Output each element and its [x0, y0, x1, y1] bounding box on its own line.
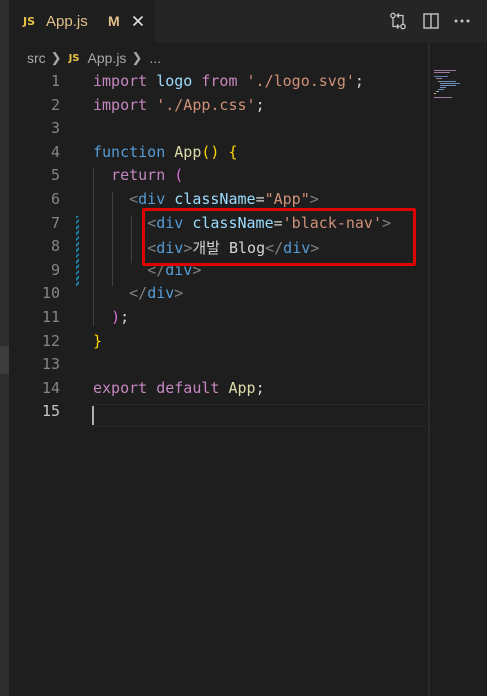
breadcrumb-file[interactable]: App.js — [88, 50, 127, 66]
line-number: 12 — [41, 331, 60, 350]
minimap-line — [438, 88, 444, 90]
code-token: ( — [174, 166, 184, 185]
line-number: 3 — [50, 119, 60, 138]
line-number: 4 — [50, 142, 60, 161]
code-line[interactable]: return ( — [93, 166, 183, 184]
more-actions-icon[interactable] — [452, 11, 472, 31]
code-token: ; — [255, 378, 265, 397]
code-line[interactable]: </div> — [93, 284, 183, 302]
line-number: 10 — [41, 284, 60, 303]
activity-edge-marker — [0, 346, 9, 374]
code-token: return — [111, 166, 175, 185]
line-number: 6 — [50, 190, 60, 208]
tab-app-js[interactable]: JS App.js M — [9, 0, 155, 42]
code-token: () — [201, 142, 229, 161]
javascript-file-icon: JS — [23, 15, 36, 28]
javascript-file-icon: JS — [68, 52, 80, 64]
code-token: className — [174, 190, 256, 208]
line-number: 15 — [41, 402, 60, 421]
minimap-line — [436, 78, 442, 80]
text-cursor — [92, 406, 94, 425]
close-icon[interactable] — [130, 13, 146, 29]
code-line[interactable]: import logo from './logo.svg'; — [93, 72, 364, 90]
minimap-line — [434, 72, 450, 74]
code-token: import — [93, 72, 157, 90]
minimap-line — [434, 70, 456, 71]
code-line[interactable]: ); — [93, 308, 129, 326]
line-number: 5 — [50, 166, 60, 185]
minimap-line — [440, 84, 456, 86]
code-line[interactable]: function App() { — [93, 143, 238, 161]
code-token: ; — [354, 72, 364, 90]
line-number: 11 — [41, 308, 60, 326]
line-number: 13 — [41, 355, 60, 374]
code-token: './logo.svg' — [246, 72, 355, 90]
git-compare-icon[interactable] — [388, 11, 408, 31]
code-token: ; — [120, 308, 130, 326]
line-number: 2 — [50, 95, 60, 114]
code-token: import — [93, 95, 157, 114]
code-token: { — [228, 142, 238, 161]
breadcrumb: src ❯ JS App.js ❯ ... — [27, 48, 161, 68]
code-token: function — [93, 142, 175, 161]
modified-badge: M — [108, 13, 120, 29]
current-line-highlight — [93, 404, 427, 427]
code-token: from — [201, 72, 247, 90]
activity-edge — [0, 0, 9, 696]
code-token: App — [228, 378, 256, 397]
code-token: > — [174, 284, 184, 303]
chevron-right-icon: ❯ — [50, 50, 62, 65]
code-token: > — [309, 190, 319, 208]
code-token: default — [156, 378, 229, 397]
minimap-line — [440, 82, 460, 84]
code-token: './App.css' — [156, 95, 256, 114]
code-token: export — [93, 378, 157, 397]
tab-filename: App.js — [46, 13, 88, 30]
line-number: 8 — [50, 237, 60, 256]
code-token: div — [147, 284, 175, 303]
code-token: logo — [156, 72, 202, 90]
code-token: div — [138, 190, 175, 208]
code-line[interactable]: <div className="App"> — [93, 190, 319, 208]
minimap-line — [434, 76, 448, 78]
modified-lines-gutter-marker[interactable] — [76, 216, 79, 287]
highlight-annotation-box — [142, 208, 416, 266]
minimap-line — [434, 93, 436, 95]
code-editor[interactable]: 1 import logo from './logo.svg'; 2 import '… — [9, 70, 427, 696]
chevron-right-icon: ❯ — [131, 50, 143, 65]
breadcrumb-symbol[interactable]: ... — [149, 50, 161, 66]
line-number: 7 — [50, 213, 60, 232]
split-editor-icon[interactable] — [421, 11, 441, 31]
code-line[interactable]: import './App.css'; — [93, 96, 265, 114]
code-token: "App" — [264, 190, 310, 208]
line-number: 9 — [50, 260, 60, 279]
minimap[interactable] — [427, 42, 487, 696]
line-number: 14 — [41, 378, 60, 397]
breadcrumb-folder[interactable]: src — [27, 50, 46, 66]
code-token: </ — [129, 284, 148, 303]
scrollbar-track[interactable] — [428, 42, 430, 696]
minimap-line — [434, 97, 452, 99]
code-line[interactable]: export default App; — [93, 379, 265, 397]
code-token: } — [93, 331, 103, 350]
code-token: < — [129, 190, 139, 208]
line-number: 1 — [50, 72, 60, 90]
code-token: = — [255, 190, 265, 208]
code-token: App — [174, 142, 202, 161]
minimap-line — [436, 91, 439, 92]
code-token: ; — [255, 95, 265, 114]
code-token: ) — [111, 308, 121, 326]
minimap-line — [440, 86, 446, 88]
code-line[interactable]: } — [93, 332, 102, 350]
minimap-line — [438, 80, 456, 82]
